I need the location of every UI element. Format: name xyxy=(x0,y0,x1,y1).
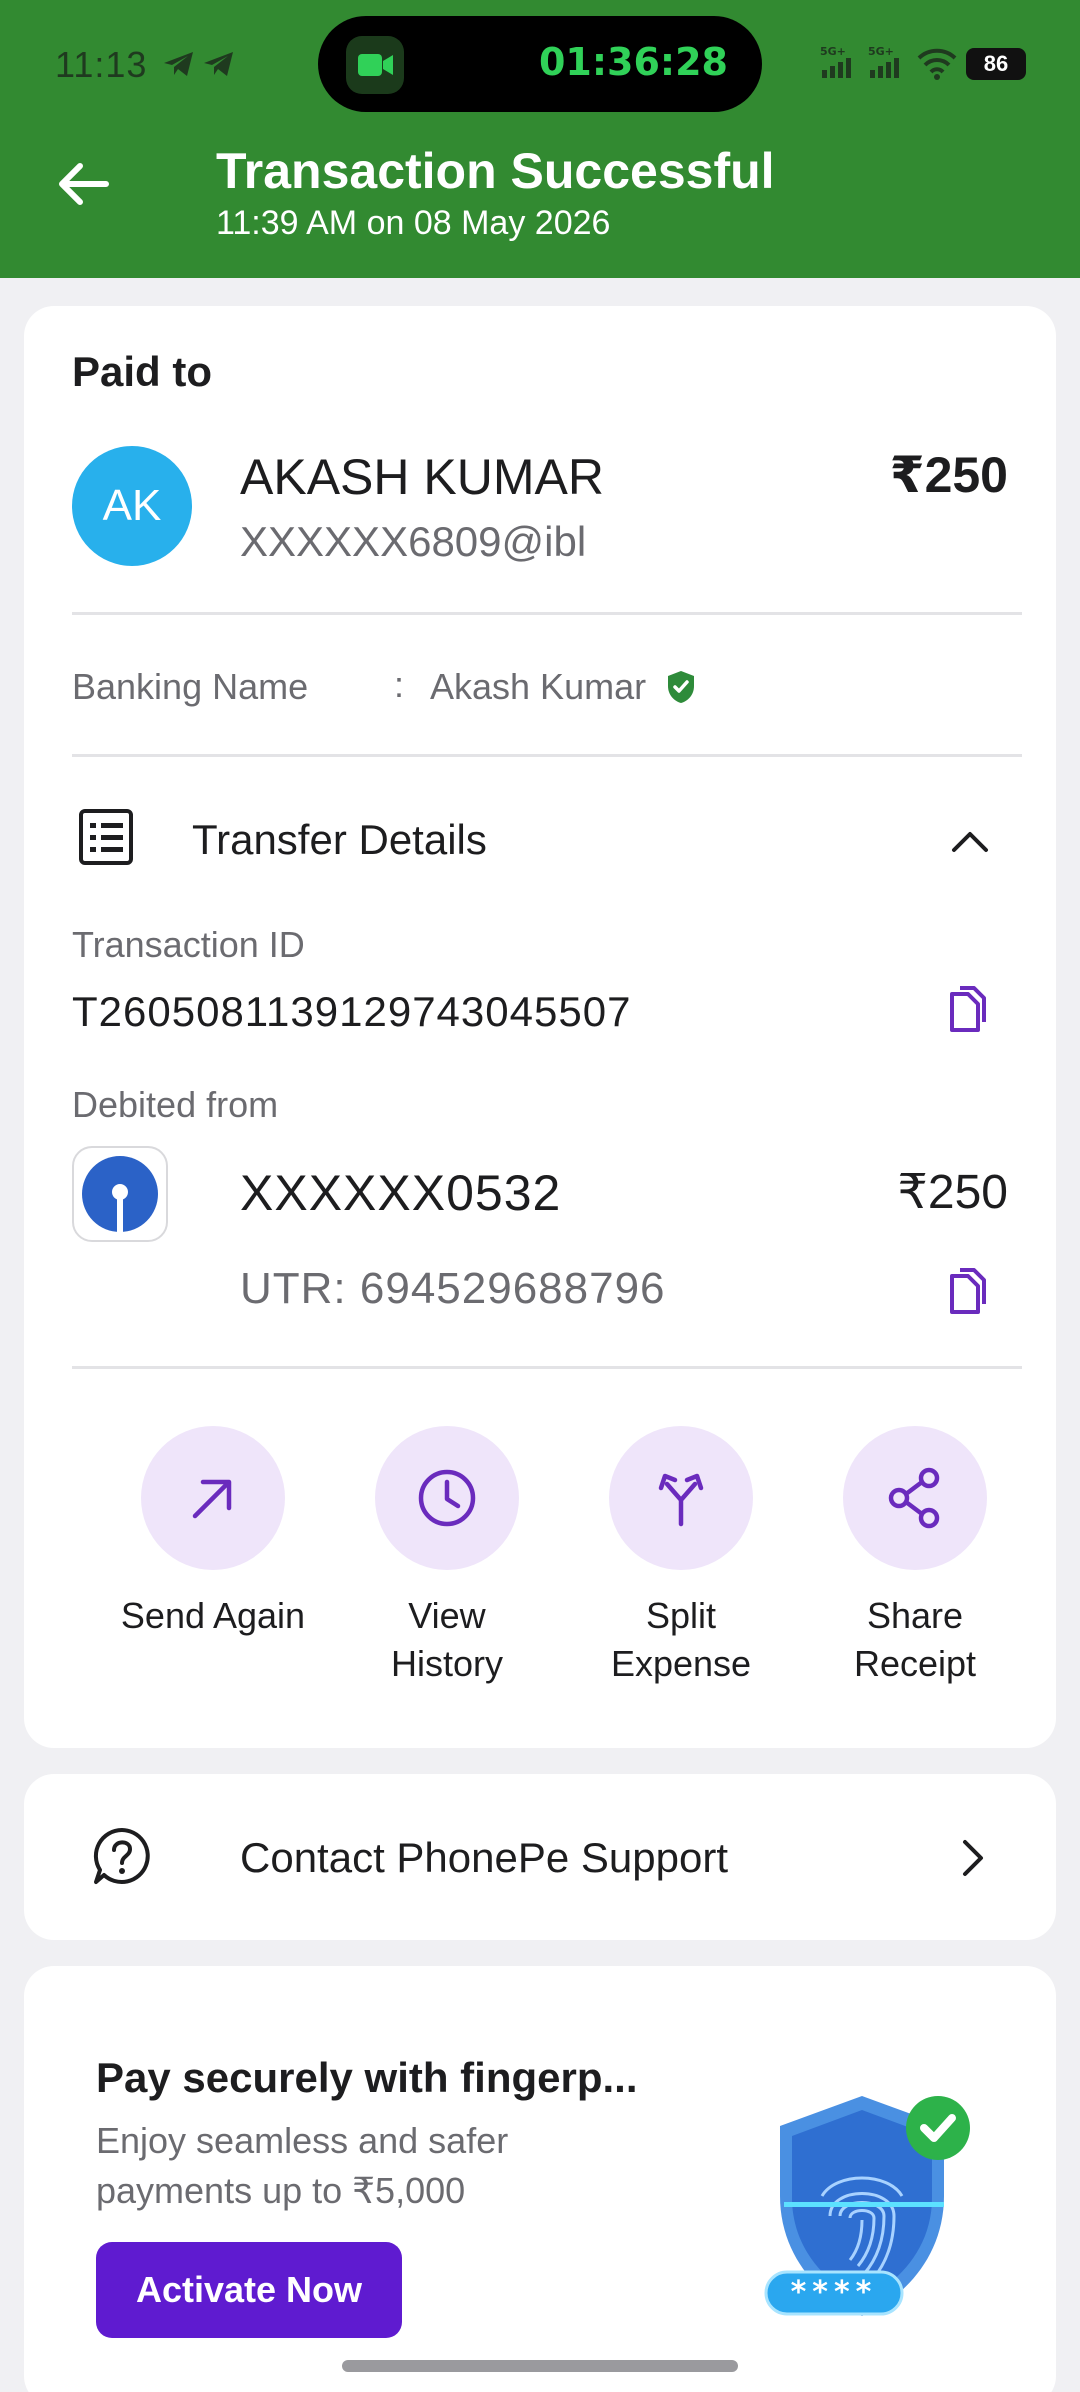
chevron-up-icon[interactable] xyxy=(950,828,990,854)
debit-amount: ₹250 xyxy=(897,1166,1008,1219)
avatar: AK xyxy=(72,446,192,566)
action-label: Share Receipt xyxy=(853,1595,977,1684)
banking-name-label: Banking Name xyxy=(72,666,309,707)
header: 11:13 01:36:28 5G+ 5G+ 86 Transaction Su… xyxy=(0,0,1080,278)
split-icon xyxy=(658,1473,704,1527)
fingerprint-shield-icon: **** xyxy=(764,2096,970,2316)
receipt-card: Paid to AK AKASH KUMAR XXXXXX6809@ibl ₹2… xyxy=(24,306,1056,1748)
back-arrow-icon[interactable] xyxy=(54,160,110,208)
telegram-icon xyxy=(204,52,233,76)
battery-indicator: 86 xyxy=(966,48,1026,80)
divider xyxy=(72,612,1022,615)
status-time: 11:13 xyxy=(55,44,148,85)
pin-mask: **** xyxy=(791,2275,878,2310)
transfer-details-toggle[interactable]: Transfer Details xyxy=(192,816,487,864)
copy-icon[interactable] xyxy=(944,986,990,1036)
action-label: Split Expense xyxy=(610,1595,752,1684)
svg-text:5G+: 5G+ xyxy=(820,45,846,58)
utr-number: UTR: 694529688796 xyxy=(240,1264,666,1313)
clock-icon xyxy=(418,1469,476,1527)
paid-to-heading: Paid to xyxy=(72,348,213,395)
banking-name-separator: : xyxy=(394,664,405,705)
receipt-list-icon xyxy=(79,809,133,865)
svg-text:5G+: 5G+ xyxy=(868,45,894,58)
activate-now-button[interactable]: Activate Now xyxy=(96,2242,402,2338)
wifi-icon xyxy=(917,48,957,80)
banking-name-value: Akash Kumar xyxy=(430,666,647,707)
signal-icon: 5G+ xyxy=(820,45,851,78)
video-call-icon xyxy=(346,36,404,94)
action-label: Send Again xyxy=(120,1595,306,1636)
verified-shield-icon xyxy=(668,671,694,703)
transaction-id-label: Transaction ID xyxy=(72,924,305,965)
send-again-button[interactable]: Send Again xyxy=(96,1426,330,1640)
share-receipt-button[interactable]: Share Receipt xyxy=(798,1426,1032,1688)
bank-logo xyxy=(72,1146,168,1242)
paid-amount: ₹250 xyxy=(889,447,1008,503)
debited-from-label: Debited from xyxy=(72,1084,279,1125)
home-indicator[interactable] xyxy=(342,2360,738,2372)
support-row[interactable]: Contact PhonePe Support xyxy=(24,1774,1056,1940)
divider xyxy=(72,1366,1022,1369)
page-subtitle: 11:39 AM on 08 May 2026 xyxy=(216,204,611,242)
support-label: Contact PhonePe Support xyxy=(240,1834,729,1881)
action-circle xyxy=(375,1426,519,1570)
fingerprint-promo-card: Pay securely with fingerp... Enjoy seaml… xyxy=(24,1966,1056,2392)
view-history-button[interactable]: View History xyxy=(330,1426,564,1688)
action-circle xyxy=(843,1426,987,1570)
copy-icon[interactable] xyxy=(944,1268,990,1318)
telegram-icon xyxy=(164,52,193,76)
page-title: Transaction Successful xyxy=(216,143,775,199)
divider xyxy=(72,754,1022,757)
split-expense-button[interactable]: Split Expense xyxy=(564,1426,798,1688)
transaction-id-value: T2605081139129743045507 xyxy=(72,988,632,1035)
signal-icon: 5G+ xyxy=(868,45,899,78)
promo-title: Pay securely with fingerp... xyxy=(96,2054,638,2101)
chevron-right-icon xyxy=(963,1840,983,1876)
payee-name: AKASH KUMAR xyxy=(240,449,604,505)
call-pill[interactable]: 01:36:28 xyxy=(318,16,762,112)
promo-text: Enjoy seamless and safer payments up to … xyxy=(96,2120,509,2211)
action-circle xyxy=(609,1426,753,1570)
debit-account: XXXXXX0532 xyxy=(240,1165,562,1221)
action-label: View History xyxy=(390,1595,503,1684)
call-timer: 01:36:28 xyxy=(538,40,728,84)
arrow-up-right-icon xyxy=(192,1479,232,1519)
payee-vpa: XXXXXX6809@ibl xyxy=(240,518,587,565)
help-circle-icon xyxy=(93,1827,150,1884)
action-circle xyxy=(141,1426,285,1570)
share-icon xyxy=(888,1467,940,1529)
